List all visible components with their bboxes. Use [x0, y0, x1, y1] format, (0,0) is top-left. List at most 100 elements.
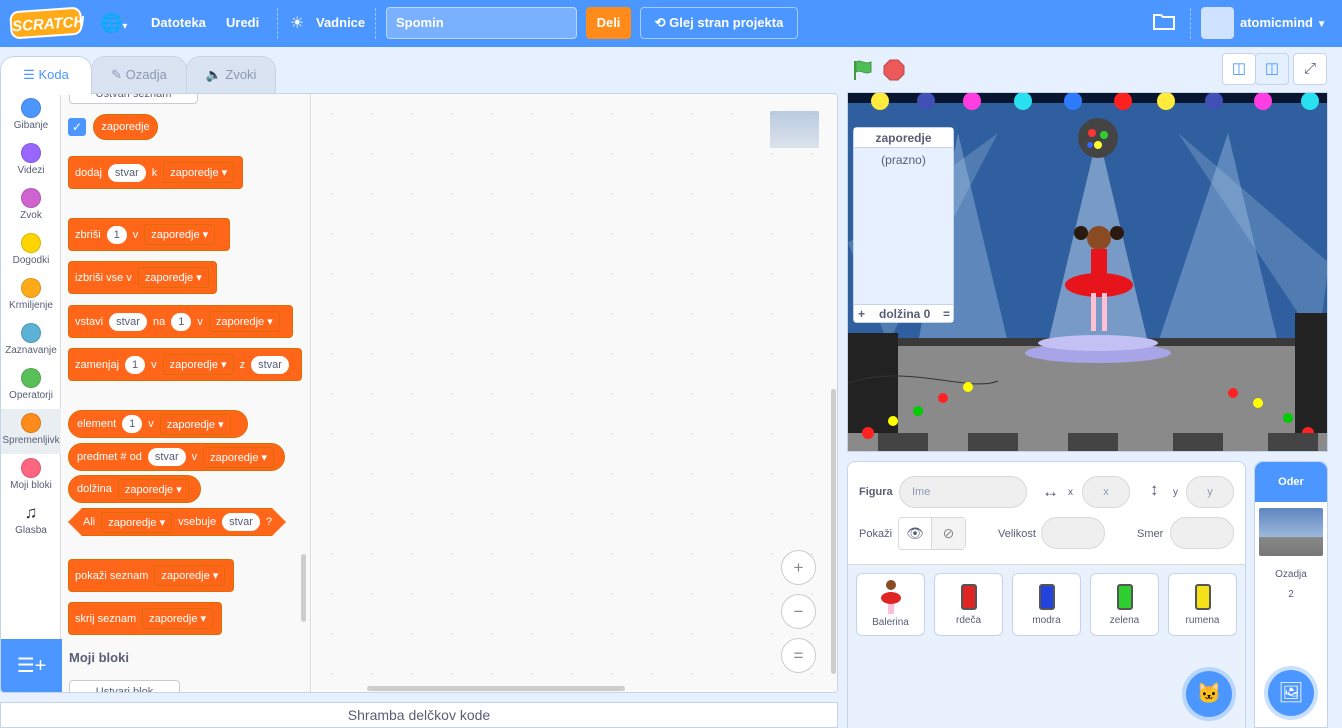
sprite-tile[interactable]: rumena	[1168, 573, 1237, 636]
sprite-tile[interactable]: Balerina	[856, 573, 925, 636]
list-checkbox[interactable]: ✓	[68, 118, 86, 136]
zoom-out-button[interactable]: −	[781, 594, 816, 629]
y-input[interactable]: y	[1186, 476, 1234, 508]
normal-stage-button[interactable]: ◫	[1255, 53, 1289, 85]
index-input[interactable]: 1	[122, 415, 143, 433]
sprite-name-input[interactable]: Ime	[899, 476, 1027, 508]
sprite-tile[interactable]: rdeča	[934, 573, 1003, 636]
list-add-button[interactable]: +	[858, 305, 865, 323]
item-number-reporter[interactable]: predmet # od stvar v zaporedje	[68, 443, 285, 471]
show-toggle: 👁 ⊘	[898, 517, 966, 550]
zoom-reset-button[interactable]: =	[781, 638, 816, 673]
item-of-list-reporter[interactable]: element 1 v zaporedje	[68, 410, 248, 438]
list-dropdown[interactable]: zaporedje	[117, 478, 189, 500]
language-globe-icon[interactable]: 🌐▾	[100, 12, 134, 34]
item-input[interactable]: stvar	[251, 355, 289, 374]
list-dropdown[interactable]: zaporedje	[208, 311, 280, 332]
item-input[interactable]: stvar	[109, 312, 147, 331]
hide-list-block[interactable]: skrij seznam zaporedje	[68, 602, 222, 635]
share-button[interactable]: Deli	[586, 7, 631, 39]
length-reporter[interactable]: dolžina zaporedje	[68, 475, 201, 503]
tutorials-bulb-icon[interactable]: ☀	[290, 13, 310, 33]
username-menu[interactable]: atomicmind ▼	[1240, 0, 1327, 47]
block-text: element	[77, 418, 117, 430]
list-dropdown[interactable]: zaporedje	[154, 565, 226, 586]
list-dropdown[interactable]: zaporedje	[159, 413, 231, 435]
see-project-page-button[interactable]: ⟲ Glej stran projekta	[640, 7, 798, 39]
small-stage-button[interactable]: ◫	[1222, 53, 1256, 85]
delete-all-block[interactable]: izbriši vse v zaporedje	[68, 261, 217, 294]
delete-of-list-block[interactable]: zbriši 1 v zaporedje	[68, 218, 230, 251]
green-flag-icon[interactable]	[852, 59, 874, 81]
list-resize-handle[interactable]: =	[943, 305, 950, 323]
index-input[interactable]: 1	[125, 355, 146, 374]
index-input[interactable]: 1	[106, 225, 127, 244]
stage-selector[interactable]: Oder Ozadja 2 🖼	[1254, 461, 1328, 728]
category-label: Krmiljenje	[9, 300, 53, 311]
stage[interactable]: zaporedje (prazno) + dolžina 0 =	[847, 92, 1328, 452]
list-dropdown[interactable]: zaporedje	[101, 512, 172, 533]
fullscreen-button[interactable]: ⤢	[1293, 53, 1327, 85]
category-motion[interactable]: Gibanje	[1, 94, 61, 139]
user-avatar[interactable]	[1201, 7, 1234, 39]
category-operators[interactable]: Operatorji	[1, 364, 61, 409]
zoom-in-button[interactable]: +	[781, 550, 816, 585]
item-input[interactable]: stvar	[222, 513, 260, 531]
insert-at-block[interactable]: vstavi stvar na 1 v zaporedje	[68, 305, 293, 338]
make-list-button[interactable]: Ustvari seznam	[69, 94, 198, 104]
list-contains-boolean[interactable]: Ali zaporedje vsebuje stvar?	[68, 508, 286, 536]
block-text: ?	[265, 516, 273, 528]
my-stuff-folder-icon[interactable]	[1153, 12, 1175, 32]
category-music[interactable]: ♫ Glasba	[1, 499, 61, 544]
speaker-icon: 🔈	[205, 67, 226, 82]
tab-sounds[interactable]: 🔈 Zvoki	[186, 56, 276, 94]
list-dropdown[interactable]: zaporedje	[144, 224, 216, 245]
project-title-input[interactable]: Spomin	[386, 7, 577, 39]
category-sensing[interactable]: Zaznavanje	[1, 319, 61, 364]
category-label: Glasba	[15, 525, 47, 536]
scratch-logo[interactable]: SCRATCH	[9, 6, 85, 40]
workspace-horizontal-scrollbar[interactable]	[367, 686, 625, 691]
index-input[interactable]: 1	[171, 312, 192, 331]
workspace-vertical-scrollbar[interactable]	[831, 389, 836, 674]
palette-scrollbar[interactable]	[301, 554, 306, 622]
stop-icon[interactable]	[883, 59, 905, 81]
menu-divider	[1190, 8, 1191, 39]
tutorials-menu[interactable]: Vadnice	[316, 0, 365, 47]
add-to-list-block[interactable]: dodaj stvar k zaporedje	[68, 156, 243, 189]
list-reporter[interactable]: zaporedje	[93, 114, 158, 140]
x-input[interactable]: x	[1082, 476, 1130, 508]
file-menu[interactable]: Datoteka	[151, 0, 206, 47]
edit-menu[interactable]: Uredi	[226, 0, 259, 47]
sprite-tile[interactable]: modra	[1012, 573, 1081, 636]
direction-input[interactable]	[1170, 517, 1234, 549]
show-list-block[interactable]: pokaži seznam zaporedje	[68, 559, 234, 592]
item-input[interactable]: stvar	[107, 163, 146, 182]
add-backdrop-button[interactable]: 🖼	[1268, 670, 1314, 716]
list-dropdown[interactable]: zaporedje	[203, 446, 275, 468]
sprite-tile[interactable]: zelena	[1090, 573, 1159, 636]
hide-eye-icon[interactable]: ⊘	[932, 518, 965, 549]
show-eye-icon[interactable]: 👁	[899, 518, 933, 549]
add-sprite-button[interactable]: 🐱	[1186, 671, 1232, 717]
list-dropdown[interactable]: zaporedje	[163, 162, 235, 183]
category-variables[interactable]: Spremenljivk	[1, 409, 61, 454]
tab-code[interactable]: ☰ Koda	[0, 56, 92, 95]
make-block-button[interactable]: Ustvari blok	[69, 680, 180, 692]
tab-backdrops[interactable]: ✎ Ozadja	[91, 56, 187, 94]
backpack-bar[interactable]: Shramba delčkov kode	[0, 702, 838, 728]
list-dropdown[interactable]: zaporedje	[142, 608, 214, 629]
category-sound[interactable]: Zvok	[1, 184, 61, 229]
replace-item-block[interactable]: zamenjaj 1v zaporedje zstvar	[68, 348, 302, 381]
category-events[interactable]: Dogodki	[1, 229, 61, 274]
category-looks[interactable]: Videzi	[1, 139, 61, 184]
list-dropdown[interactable]: zaporedje	[137, 267, 209, 288]
category-my-blocks[interactable]: Moji bloki	[1, 454, 61, 499]
item-input[interactable]: stvar	[147, 448, 186, 466]
list-monitor[interactable]: zaporedje (prazno) + dolžina 0 =	[853, 127, 954, 323]
category-control[interactable]: Krmiljenje	[1, 274, 61, 319]
add-extension-button[interactable]: ☰+	[1, 639, 62, 692]
list-dropdown[interactable]: zaporedje	[162, 354, 234, 375]
size-input[interactable]	[1041, 517, 1105, 549]
script-workspace[interactable]: + − =	[312, 94, 837, 692]
